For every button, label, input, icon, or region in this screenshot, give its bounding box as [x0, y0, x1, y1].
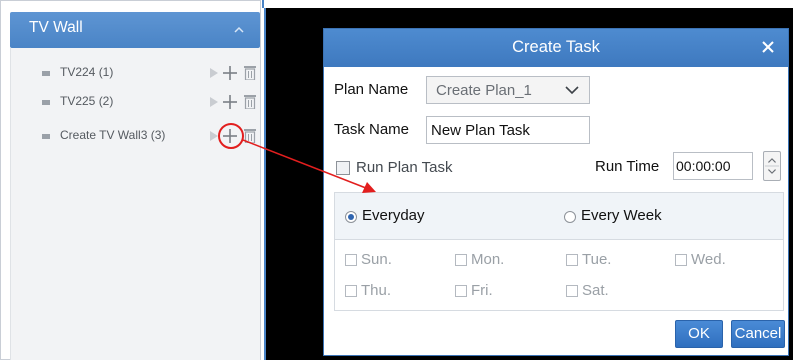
plan-name-value: Create Plan_1 — [436, 82, 532, 99]
day-checkbox-box[interactable] — [455, 285, 467, 297]
run-plan-task-checkbox[interactable] — [336, 161, 350, 175]
tv-wall-title: TV Wall — [29, 19, 83, 36]
add-task-icon[interactable] — [222, 128, 238, 144]
day-checkbox-box[interactable] — [455, 254, 467, 266]
day-label: Sun. — [361, 251, 392, 268]
trash-icon[interactable] — [244, 65, 256, 80]
run-plan-task-label: Run Plan Task — [356, 159, 453, 176]
dialog-titlebar[interactable]: Create Task — [324, 29, 788, 67]
wall-bullet-icon — [42, 134, 50, 139]
list-item[interactable]: Create TV Wall3 (3) — [11, 123, 261, 149]
play-icon[interactable] — [210, 131, 218, 141]
wall-bullet-icon — [42, 100, 50, 105]
add-task-icon[interactable] — [222, 94, 238, 110]
run-time-label: Run Time — [595, 158, 660, 175]
day-label: Fri. — [471, 282, 493, 299]
wall-item-label: Create TV Wall3 (3) — [60, 128, 166, 142]
run-time-input[interactable] — [673, 152, 753, 180]
day-label: Mon. — [471, 251, 505, 268]
ok-button[interactable]: OK — [675, 320, 723, 348]
day-checkbox-box[interactable] — [345, 285, 357, 297]
play-icon[interactable] — [210, 68, 218, 78]
schedule-mode-row: Everyday Every Week — [335, 193, 783, 240]
list-item[interactable]: TV224 (1) — [11, 61, 261, 85]
tv-wall-list: TV224 (1) TV225 (2) Create TV Wall3 (3) — [10, 48, 260, 360]
day-checkbox-box[interactable] — [566, 254, 578, 266]
day-checkbox-box[interactable] — [345, 254, 357, 266]
every-week-radio[interactable] — [564, 211, 576, 223]
day-checkbox-box[interactable] — [675, 254, 687, 266]
add-task-icon[interactable] — [222, 65, 238, 81]
schedule-options: Everyday Every Week Sun. Mon. Tue. Wed. … — [334, 192, 784, 311]
everyday-label: Everyday — [362, 207, 425, 224]
wall-item-label: TV224 (1) — [60, 65, 114, 79]
wall-item-label: TV225 (2) — [60, 94, 114, 108]
wall-bullet-icon — [42, 71, 50, 76]
task-name-input[interactable] — [426, 116, 590, 144]
chevron-down-icon — [565, 86, 579, 95]
close-icon[interactable] — [760, 39, 776, 55]
top-strip — [262, 0, 793, 8]
everyday-radio[interactable] — [345, 211, 357, 223]
day-checkbox-box[interactable] — [566, 285, 578, 297]
trash-icon[interactable] — [244, 128, 256, 143]
chevron-up-icon[interactable] — [232, 23, 246, 37]
task-name-label: Task Name — [334, 121, 410, 138]
day-label: Thu. — [361, 282, 392, 299]
plan-name-select[interactable]: Create Plan_1 — [426, 76, 590, 104]
tv-wall-header[interactable]: TV Wall — [10, 12, 260, 48]
every-week-label: Every Week — [581, 207, 662, 224]
day-label: Sat. — [582, 282, 609, 299]
day-label: Wed. — [691, 251, 726, 268]
plan-name-label: Plan Name — [334, 81, 409, 98]
tv-wall-panel: TV Wall TV224 (1) TV225 (2) Create TV Wa… — [0, 0, 261, 360]
list-item[interactable]: TV225 (2) — [11, 90, 261, 114]
time-spinner[interactable] — [763, 151, 781, 181]
day-label: Tue. — [582, 251, 612, 268]
play-icon[interactable] — [210, 97, 218, 107]
create-task-dialog: Create Task Plan Name Create Plan_1 Task… — [323, 28, 789, 356]
trash-icon[interactable] — [244, 94, 256, 109]
dialog-title: Create Task — [512, 38, 600, 56]
cancel-button[interactable]: Cancel — [731, 320, 785, 348]
